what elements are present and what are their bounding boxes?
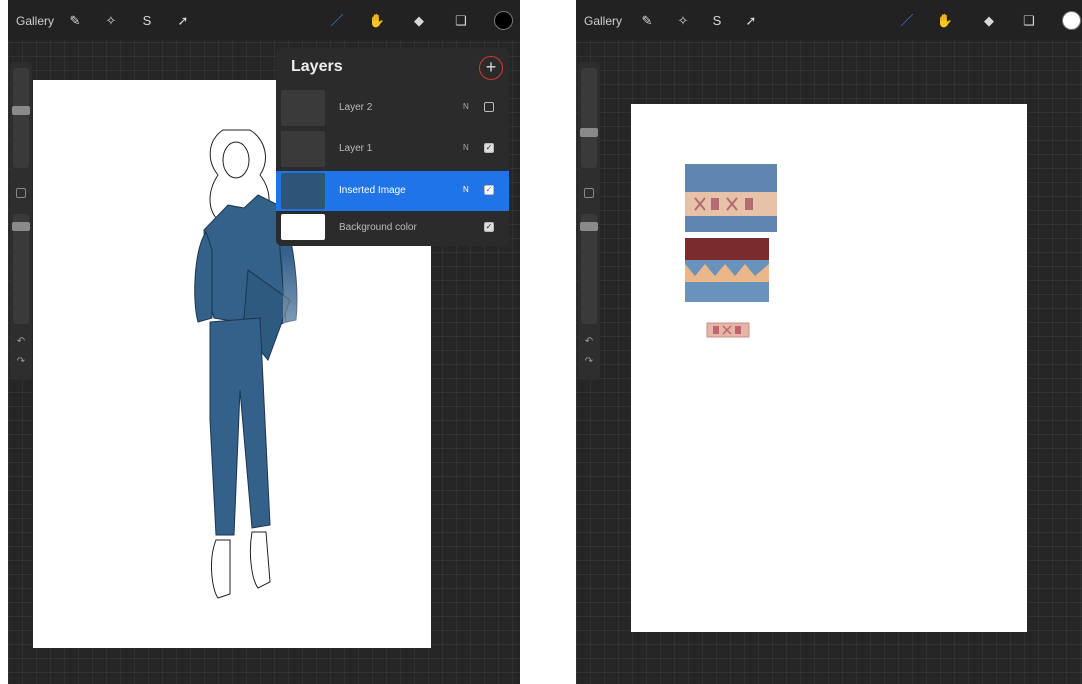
procreate-screen-canvas: Gallery ✎ ✧ S ➚ ／ ✋ ◆ ❏ ↶ ↷ xyxy=(576,0,1082,684)
wrench-icon[interactable]: ✎ xyxy=(66,12,84,30)
layers-icon[interactable]: ❏ xyxy=(1020,12,1038,30)
top-toolbar: Gallery ✎ ✧ S ➚ ／ ✋ ◆ ❏ xyxy=(8,0,520,40)
wrench-icon[interactable]: ✎ xyxy=(638,12,656,30)
layer-row-layer-1[interactable]: Layer 1 N ✓ xyxy=(276,129,509,169)
selection-icon[interactable]: S xyxy=(138,12,156,30)
layer-row-background-color[interactable]: Background color ✓ xyxy=(276,208,509,248)
fashion-figure-drawing xyxy=(685,164,777,338)
visibility-checkbox[interactable] xyxy=(484,102,494,112)
layers-icon[interactable]: ❏ xyxy=(452,12,470,30)
brush-sidebar: ↶ ↷ xyxy=(578,62,600,380)
eraser-icon[interactable]: ◆ xyxy=(410,12,428,30)
redo-icon[interactable]: ↷ xyxy=(582,356,596,367)
magic-wand-icon[interactable]: ✧ xyxy=(674,12,692,30)
opacity-knob[interactable] xyxy=(12,222,30,231)
layers-panel: Layers + Layer 2 N Layer 1 N ✓ Inserted … xyxy=(276,48,509,246)
brush-size-slider[interactable] xyxy=(13,68,29,168)
visibility-checkbox[interactable]: ✓ xyxy=(484,143,494,153)
layer-thumbnail xyxy=(281,173,325,209)
gallery-button[interactable]: Gallery xyxy=(584,14,622,28)
top-toolbar: Gallery ✎ ✧ S ➚ ／ ✋ ◆ ❏ xyxy=(576,0,1082,40)
brush-size-knob[interactable] xyxy=(12,106,30,115)
selection-icon[interactable]: S xyxy=(708,12,726,30)
layers-title: Layers xyxy=(291,58,343,75)
blend-mode-button[interactable]: N xyxy=(463,143,469,152)
layer-name: Layer 1 xyxy=(339,143,373,154)
layer-name: Layer 2 xyxy=(339,102,373,113)
blend-mode-button[interactable]: N xyxy=(463,102,469,111)
redo-icon[interactable]: ↷ xyxy=(14,356,28,367)
drawing-canvas[interactable] xyxy=(631,104,1027,632)
brush-size-slider[interactable] xyxy=(581,68,597,168)
color-swatch[interactable] xyxy=(494,11,513,30)
brush-sidebar: ↶ ↷ xyxy=(10,62,32,380)
layer-name: Inserted Image xyxy=(339,185,406,196)
layer-row-inserted-image[interactable]: Inserted Image N ✓ xyxy=(276,171,509,211)
eraser-icon[interactable]: ◆ xyxy=(980,12,998,30)
smudge-icon[interactable]: ✋ xyxy=(936,12,954,30)
brush-icon[interactable]: ／ xyxy=(328,12,346,30)
undo-icon[interactable]: ↶ xyxy=(14,336,28,347)
modify-button[interactable] xyxy=(584,188,594,198)
layer-row-layer-2[interactable]: Layer 2 N xyxy=(276,88,509,128)
layer-thumbnail xyxy=(281,214,325,240)
procreate-screen-layers: Gallery ✎ ✧ S ➚ ／ ✋ ◆ ❏ ↶ ↷ Layers + Lay… xyxy=(8,0,520,684)
layer-thumbnail xyxy=(281,131,325,167)
smudge-icon[interactable]: ✋ xyxy=(368,12,386,30)
pattern-swatch xyxy=(706,322,750,338)
visibility-checkbox[interactable]: ✓ xyxy=(484,185,494,195)
magic-wand-icon[interactable]: ✧ xyxy=(102,12,120,30)
color-swatch[interactable] xyxy=(1062,11,1081,30)
layer-thumbnail xyxy=(281,90,325,126)
gallery-button[interactable]: Gallery xyxy=(16,14,54,28)
modify-button[interactable] xyxy=(16,188,26,198)
blend-mode-button[interactable]: N xyxy=(463,185,469,194)
layer-name: Background color xyxy=(339,222,417,233)
reference-photo-2 xyxy=(685,238,769,302)
opacity-knob[interactable] xyxy=(580,222,598,231)
transform-icon[interactable]: ➚ xyxy=(742,12,760,30)
transform-icon[interactable]: ➚ xyxy=(174,12,192,30)
visibility-checkbox[interactable]: ✓ xyxy=(484,222,494,232)
add-layer-button[interactable]: + xyxy=(479,56,503,80)
brush-size-knob[interactable] xyxy=(580,128,598,137)
brush-icon[interactable]: ／ xyxy=(898,12,916,30)
undo-icon[interactable]: ↶ xyxy=(582,336,596,347)
reference-photo-1 xyxy=(685,164,777,232)
